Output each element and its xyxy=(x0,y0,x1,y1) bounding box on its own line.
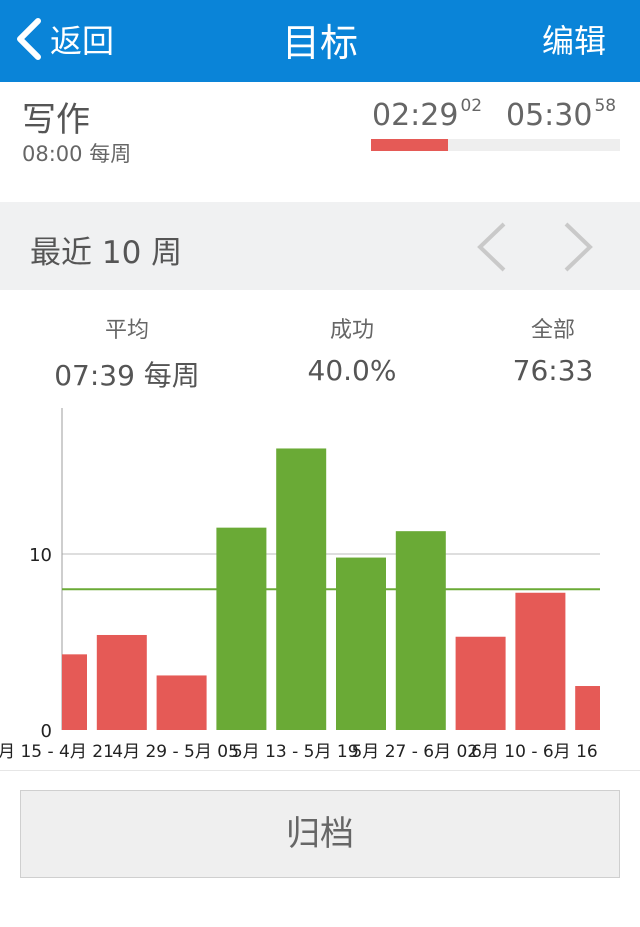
x-tick-label: 5月 27 - 6月 02 xyxy=(351,742,478,762)
y-tick-label: 0 xyxy=(41,721,52,742)
previous-range-button[interactable] xyxy=(472,220,512,274)
stat-label: 平均 xyxy=(104,318,149,343)
chart-bar xyxy=(62,654,87,730)
chart-bar xyxy=(156,675,207,730)
chevron-left-icon xyxy=(477,222,506,272)
archive-button[interactable]: 归档 xyxy=(20,790,620,878)
weekly-bar-chart: 0 10 月 15 - 4月 214月 29 - 5月 055月 13 - 5月 1… xyxy=(0,408,600,762)
y-tick-label: 10 xyxy=(29,545,52,566)
goal-name: 写作 xyxy=(22,100,90,140)
stat-value: 40.0% xyxy=(307,354,397,387)
divider xyxy=(0,770,640,771)
x-tick-label: 6月 10 - 6月 16 xyxy=(471,742,598,762)
stat-success: 成功 40.0% xyxy=(242,312,462,387)
x-tick-label: 4月 29 - 5月 05 xyxy=(112,742,239,762)
stat-label: 成功 xyxy=(329,318,374,343)
stat-value: 76:33 xyxy=(512,354,594,387)
nav-bar: 返回 目标 编辑 xyxy=(0,0,640,82)
range-bar: 最近 10 周 xyxy=(0,202,640,290)
chevron-right-icon xyxy=(564,222,593,272)
stat-label: 全部 xyxy=(530,318,575,343)
range-label: 最近 10 周 xyxy=(30,235,183,271)
stat-total: 全部 76:33 xyxy=(443,312,640,387)
progress-bar xyxy=(371,139,620,151)
chart-bar xyxy=(216,527,267,730)
chart-bar xyxy=(395,531,446,730)
next-range-button[interactable] xyxy=(558,220,598,274)
chart-bar xyxy=(575,686,600,730)
x-tick-label: 月 15 - 4月 21 xyxy=(0,742,114,762)
chart-bar xyxy=(455,636,506,730)
edit-button[interactable]: 编辑 xyxy=(542,16,606,62)
current-time: 02:29 02 xyxy=(372,96,483,133)
current-seconds: 02 xyxy=(460,96,483,116)
stat-value: 07:39 每周 xyxy=(54,359,200,392)
chart-bar xyxy=(336,557,386,730)
progress-fill xyxy=(371,139,449,151)
goal-schedule: 08:00 每周 xyxy=(22,142,132,166)
x-tick-label: 5月 13 - 5月 19 xyxy=(232,742,359,762)
chart-bar xyxy=(515,592,566,730)
chart-bar xyxy=(96,634,147,730)
target-time: 05:30 58 xyxy=(506,96,617,133)
stat-average: 平均 07:39 每周 xyxy=(17,312,237,394)
target-seconds: 58 xyxy=(594,96,617,116)
